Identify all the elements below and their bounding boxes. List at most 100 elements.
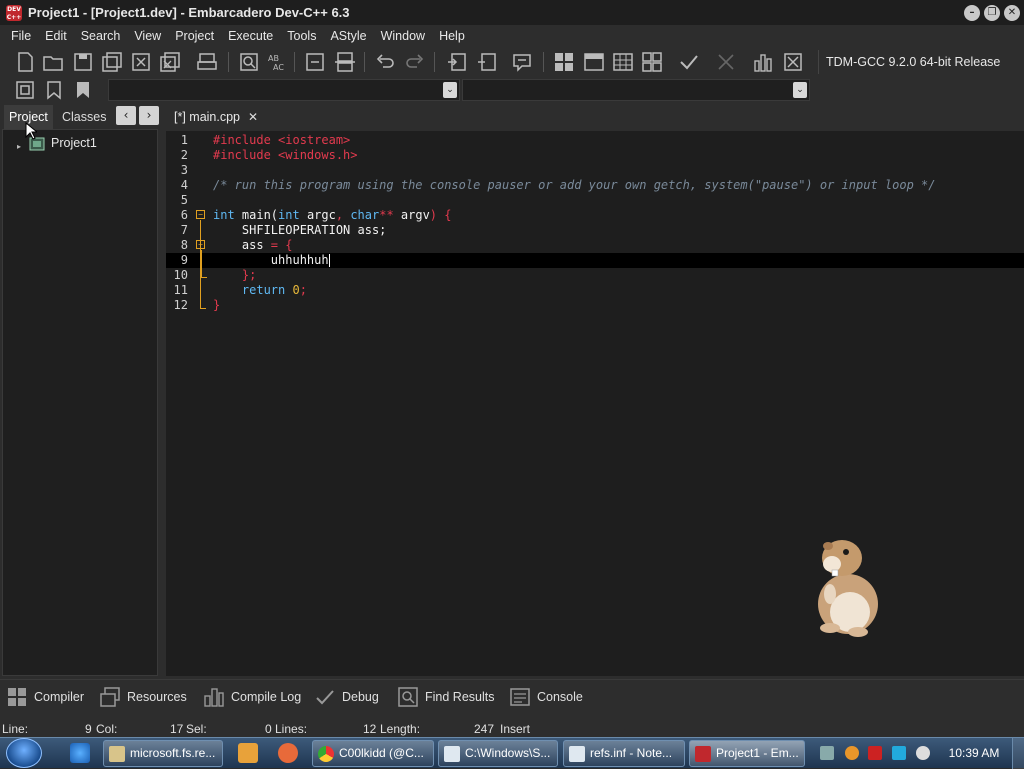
tray-network-icon[interactable] [820, 746, 834, 760]
status-insert-mode: Insert [500, 722, 531, 736]
code-token: ) { [429, 208, 452, 222]
media-player-icon[interactable] [238, 743, 258, 763]
menu-tools[interactable]: Tools [280, 25, 323, 47]
tab-compiler[interactable]: Compiler [6, 686, 84, 708]
tab-scroll-right-button[interactable]: › [139, 106, 159, 125]
compiler-grid-icon [8, 688, 26, 706]
menu-help[interactable]: Help [432, 25, 472, 47]
compile-icon[interactable] [553, 51, 575, 73]
code-token: 0 [292, 283, 300, 297]
taskbar-item-chrome[interactable]: C00lkidd (@C... [312, 740, 434, 767]
menu-edit[interactable]: Edit [38, 25, 74, 47]
devcpp-icon [695, 746, 711, 762]
bookmark-icon[interactable] [43, 79, 65, 101]
restore-button[interactable]: ❐ [984, 5, 1000, 21]
new-icon[interactable] [14, 51, 36, 73]
save-all-icon[interactable] [101, 51, 123, 73]
syntax-check-icon[interactable] [678, 51, 700, 73]
function-combo[interactable]: ⌄ [462, 79, 810, 101]
bookmark-goto-icon[interactable] [72, 79, 94, 101]
code-text: #include <windows.h> [213, 148, 358, 162]
close-all-icon[interactable] [159, 51, 181, 73]
comment-icon[interactable] [511, 51, 533, 73]
menu-window[interactable]: Window [374, 25, 432, 47]
fold-guide [200, 308, 206, 309]
menu-file[interactable]: File [4, 25, 38, 47]
menu-astyle[interactable]: AStyle [323, 25, 373, 47]
window-title: Project1 - [Project1.dev] - Embarcadero … [28, 5, 350, 20]
close-button[interactable]: ✕ [1004, 5, 1020, 21]
chevron-down-icon[interactable]: ⌄ [443, 82, 457, 98]
status-sel-value: 0 [265, 722, 272, 736]
compiler-select[interactable]: TDM-GCC 9.2.0 64-bit Release [818, 50, 1024, 74]
dev-cpp-window: DEV C++ Project1 - [Project1.dev] - Emba… [0, 0, 1024, 769]
code-token: char [343, 208, 380, 222]
code-line: 11 return 0; [166, 283, 1024, 298]
tab-find-results[interactable]: Find Results [397, 686, 494, 708]
fold-toggle-icon[interactable]: − [196, 210, 205, 219]
tab-main-cpp[interactable]: [*] main.cpp ✕ [168, 105, 265, 129]
debug-stop-icon[interactable] [782, 51, 804, 73]
undo-icon[interactable] [374, 51, 396, 73]
project-options-icon[interactable] [14, 79, 36, 101]
indent-icon[interactable] [446, 51, 468, 73]
replace-icon[interactable]: AB AC [266, 51, 288, 73]
show-desktop-button[interactable] [1012, 738, 1024, 769]
svg-text:AB: AB [268, 54, 279, 63]
close-icon[interactable] [130, 51, 152, 73]
taskbar-item-explorer[interactable]: microsoft.fs.re... [103, 740, 223, 767]
menu-project[interactable]: Project [168, 25, 221, 47]
tree-expand-icon[interactable]: ▸ [17, 142, 25, 151]
taskbar-item-notepad[interactable]: C:\Windows\S... [438, 740, 558, 767]
save-icon[interactable] [72, 51, 94, 73]
chevron-down-icon[interactable]: ⌄ [793, 82, 807, 98]
start-button[interactable] [6, 738, 42, 768]
chart-icon[interactable] [752, 51, 774, 73]
minimize-button[interactable]: – [964, 5, 980, 21]
compile-log-chart-icon [204, 688, 224, 707]
tab-compile-log[interactable]: Compile Log [203, 686, 301, 708]
print-icon[interactable] [196, 51, 218, 73]
current-code-line: 9 uhhuhhuh [166, 253, 1024, 268]
tree-item-project1[interactable]: Project1 [51, 136, 97, 150]
line-number: 6 [180, 208, 188, 222]
code-editor[interactable]: 1 #include <iostream> 2 #include <windows.… [166, 131, 1024, 676]
code-token: ** [379, 208, 394, 222]
run-icon[interactable] [583, 51, 605, 73]
taskbar-item-label: C:\Windows\S... [465, 746, 551, 760]
code-token: int [213, 208, 235, 222]
redo-icon[interactable] [404, 51, 426, 73]
taskbar-clock[interactable]: 10:39 AM [944, 738, 1004, 769]
code-line: 2 #include <windows.h> [166, 148, 1024, 163]
taskbar-item-devcpp[interactable]: Project1 - Em... [689, 740, 805, 767]
unindent-icon[interactable] [476, 51, 498, 73]
app-quick-launch-icon[interactable] [278, 743, 298, 763]
menu-execute[interactable]: Execute [221, 25, 280, 47]
taskbar-item-notepad-refs[interactable]: refs.inf - Note... [563, 740, 685, 767]
internet-explorer-icon[interactable] [70, 743, 90, 763]
tray-display-icon[interactable] [892, 746, 906, 760]
tab-debug[interactable]: Debug [314, 686, 379, 708]
class-combo[interactable]: ⌄ [108, 79, 460, 101]
project-tree: ▸ Project1 [2, 129, 158, 676]
line-number: 9 [180, 253, 188, 267]
rebuild-icon[interactable] [641, 51, 663, 73]
tab-console[interactable]: Console [509, 686, 583, 708]
stop-icon[interactable] [715, 51, 737, 73]
tray-search-icon[interactable] [845, 746, 859, 760]
goto-icon[interactable] [304, 51, 326, 73]
menu-view[interactable]: View [127, 25, 168, 47]
tray-flag-icon[interactable] [868, 746, 882, 760]
menu-search[interactable]: Search [74, 25, 128, 47]
tab-scroll-left-button[interactable]: ‹ [116, 106, 136, 125]
find-icon[interactable] [238, 51, 260, 73]
open-icon[interactable] [42, 51, 64, 73]
tray-volume-icon[interactable] [916, 746, 930, 760]
tab-resources[interactable]: Resources [99, 686, 187, 708]
tab-classes[interactable]: Classes [57, 105, 111, 129]
compile-run-icon[interactable] [612, 51, 634, 73]
close-icon[interactable]: ✕ [248, 110, 258, 124]
status-lines-label: Lines: [275, 722, 308, 736]
code-line: 12} [166, 298, 1024, 313]
layout-icon[interactable] [334, 51, 356, 73]
